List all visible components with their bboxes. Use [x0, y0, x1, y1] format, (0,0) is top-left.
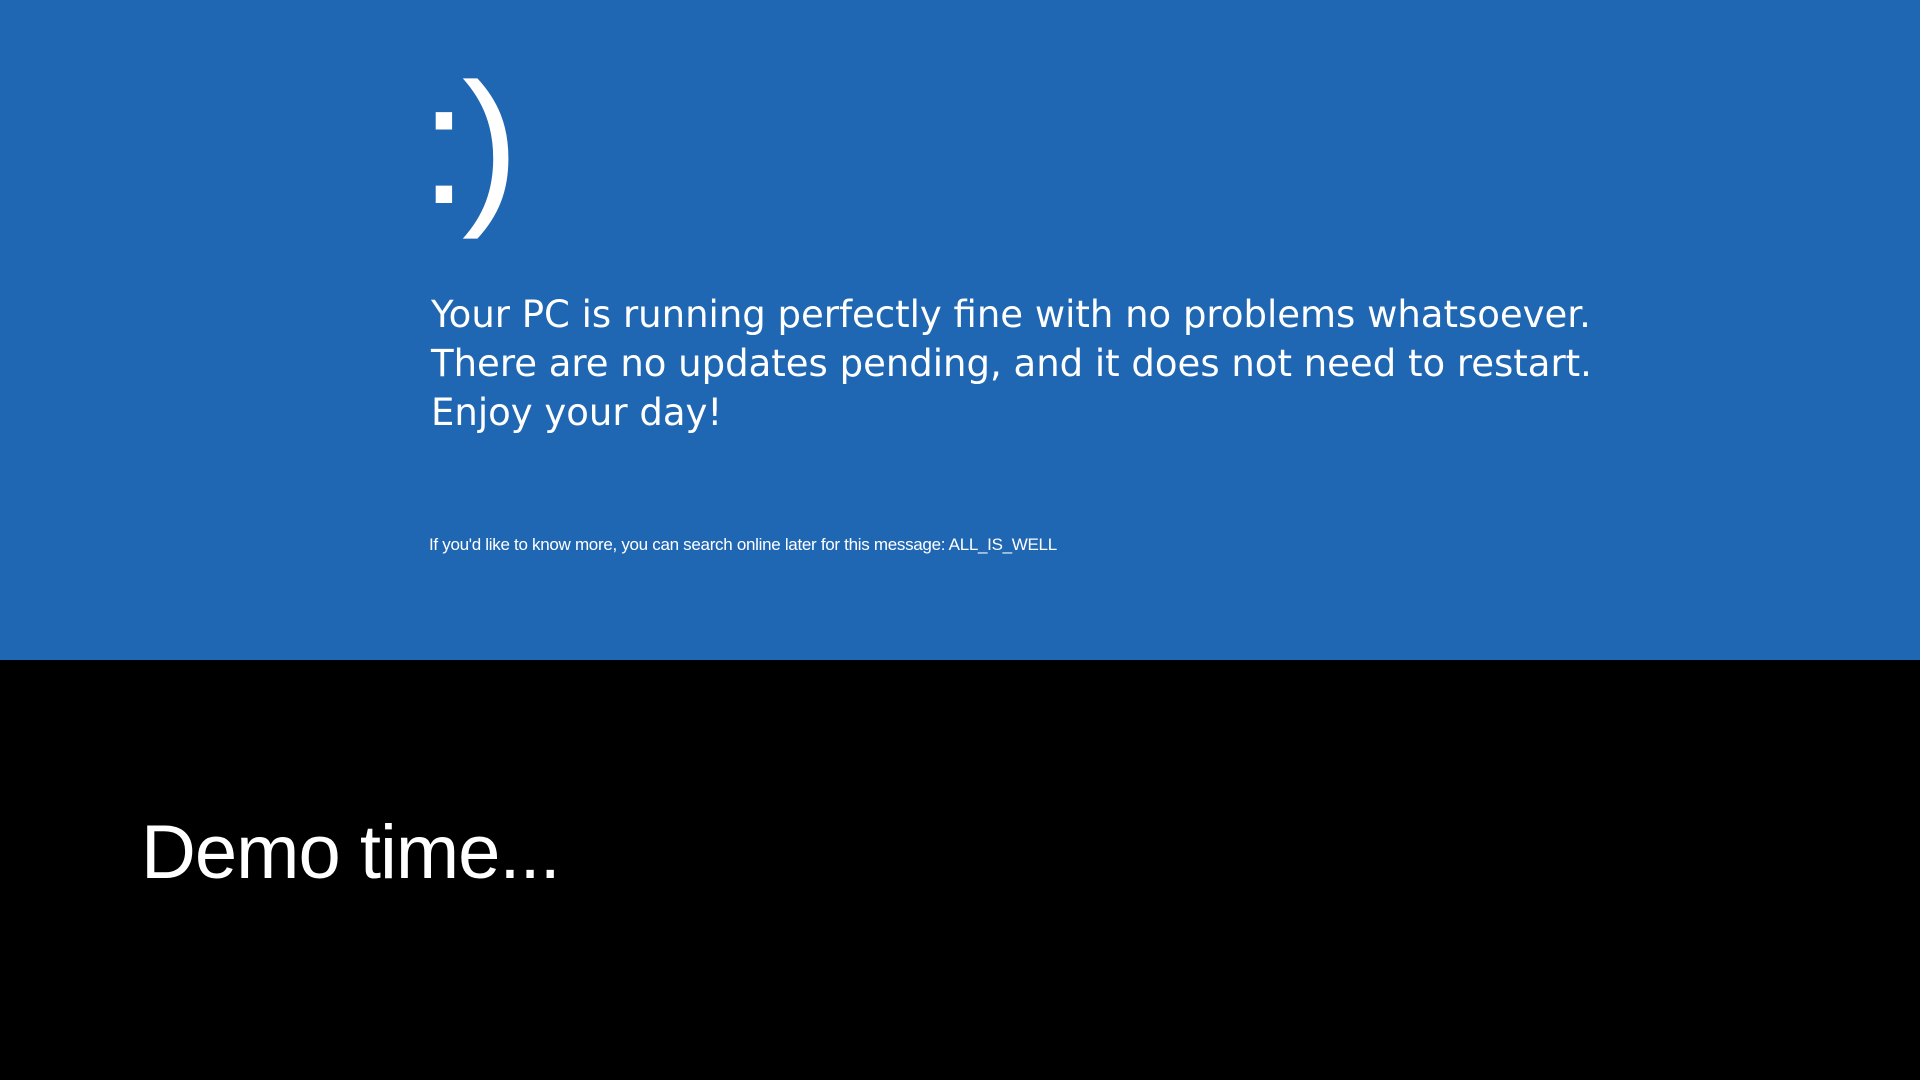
stop-code-footnote: If you'd like to know more, you can sear… [429, 535, 1057, 554]
message-line: There are no updates pending, and it doe… [431, 342, 1592, 385]
slide-caption: Demo time... [141, 810, 561, 895]
status-message: Your PC is running perfectly fine with n… [431, 290, 1631, 437]
blue-screen-image: :) Your PC is running perfectly fine wit… [0, 0, 1920, 660]
message-line: Your PC is running perfectly fine with n… [431, 293, 1591, 336]
message-line: Enjoy your day! [431, 391, 723, 434]
smiley-face: :) [420, 48, 519, 240]
slide: :) Your PC is running perfectly fine wit… [0, 0, 1920, 1080]
